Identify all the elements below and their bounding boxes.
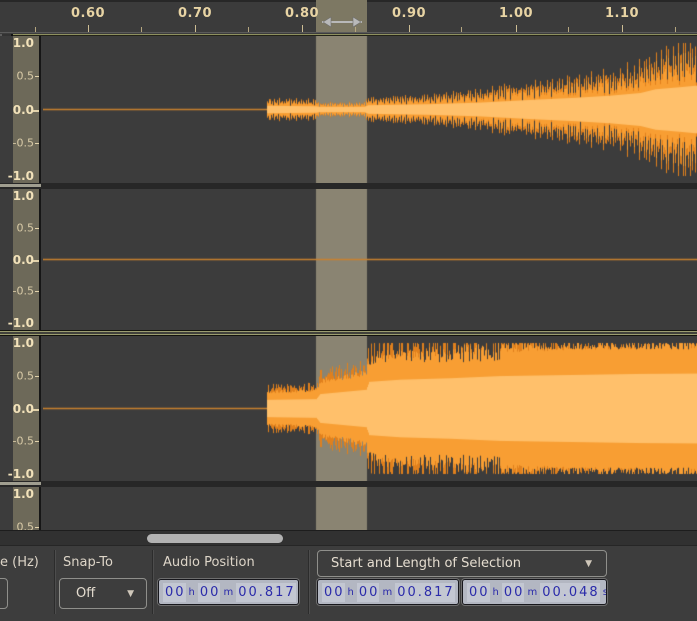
time-unit[interactable]: h <box>346 587 356 598</box>
time-digit-group[interactable]: 00 <box>197 582 221 602</box>
chevron-down-icon: ▼ <box>585 558 592 569</box>
scale-label: -0.5 <box>12 434 34 448</box>
time-digit-group[interactable]: 00.817 <box>236 582 296 602</box>
vertical-scale-ruler[interactable]: 1.0 0.5 0.0 -0.5 -1.0 <box>8 36 41 183</box>
scale-label: 0.0 <box>12 102 34 117</box>
time-unit[interactable]: h <box>491 587 501 598</box>
scale-label: 0.5 <box>16 69 35 83</box>
ruler-tick-label: 0.90 <box>391 6 427 21</box>
selection-extent-arrow-icon[interactable] <box>314 15 370 29</box>
timeline-ruler[interactable]: 0.60 0.70 0.80 0.90 1.00 1.10 <box>0 0 697 33</box>
time-digit-group[interactable]: 00 <box>356 582 380 602</box>
scale-label: 1.0 <box>12 487 34 501</box>
time-unit[interactable]: m <box>380 587 394 598</box>
time-unit[interactable]: s <box>601 587 606 598</box>
toolbar-separator <box>152 550 154 614</box>
scale-label: 0.5 <box>16 520 35 530</box>
selection-start-field[interactable]: 00h00m00.817s▼ <box>317 579 459 605</box>
time-digit-group[interactable]: 00 <box>322 582 345 602</box>
scale-label: -0.5 <box>12 284 34 298</box>
vertical-scale-ruler[interactable]: 1.0 0.5 <box>13 487 41 530</box>
audio-position-field[interactable]: 00h00m00.817s▼ <box>158 579 299 605</box>
scale-label: -1.0 <box>7 467 34 481</box>
channel-divider <box>0 481 697 487</box>
ruler-tick-label: 0.70 <box>177 6 213 21</box>
track1-channel-left-waveform[interactable] <box>43 36 697 183</box>
time-unit[interactable]: s <box>456 587 459 598</box>
ruler-tick-label: 0.60 <box>70 6 106 21</box>
scale-label: 0.0 <box>12 401 34 416</box>
time-unit[interactable]: m <box>221 587 235 598</box>
time-digit-group[interactable]: 00 <box>501 582 525 602</box>
chevron-down-icon: ▼ <box>127 588 134 599</box>
channel-divider <box>0 183 697 189</box>
track1-channel-left[interactable]: 1.0 0.5 0.0 -0.5 -1.0 <box>0 36 697 183</box>
snap-to-label: Snap-To <box>63 555 113 570</box>
scale-label: 1.0 <box>12 336 34 350</box>
time-unit[interactable]: m <box>525 587 539 598</box>
time-digit-group[interactable]: 00 <box>163 582 186 602</box>
track2-channel-right-waveform[interactable] <box>43 487 697 530</box>
vertical-scale-ruler[interactable]: 1.0 0.5 0.0 -0.5 -1.0 <box>8 336 41 481</box>
toolbar-separator <box>308 550 310 614</box>
vertical-scale-ruler[interactable]: 1.0 0.5 0.0 -0.5 -1.0 <box>8 189 41 330</box>
audacity-window: 0.60 0.70 0.80 0.90 1.00 1.10 1.0 0.5 0.0 -0.5 -1… <box>0 0 697 621</box>
audio-position-label: Audio Position <box>163 555 255 570</box>
track2-channel-left-waveform[interactable] <box>43 336 697 481</box>
selection-length-field[interactable]: 00h00m00.048s▼ <box>462 579 607 605</box>
scale-label: -1.0 <box>7 316 34 330</box>
scale-label: 0.5 <box>16 369 35 383</box>
scale-label: -0.5 <box>12 136 34 150</box>
toolbar-separator <box>54 550 56 614</box>
track1-channel-right[interactable]: 1.0 0.5 0.0 -0.5 -1.0 <box>0 189 697 330</box>
ruler-tick-label: 1.00 <box>498 6 534 21</box>
ruler-tick-label: 1.10 <box>604 6 640 21</box>
snap-to-dropdown[interactable]: Off ▼ <box>59 578 147 609</box>
time-unit[interactable]: h <box>187 587 197 598</box>
selection-toolbar: e (Hz) Snap-To Off ▼ Audio Position 00 h 0… <box>0 545 697 621</box>
track1-channel-right-waveform[interactable] <box>43 189 697 330</box>
scale-label: 0.5 <box>16 221 35 235</box>
scale-label: -1.0 <box>7 169 34 183</box>
track2-channel-left[interactable]: 1.0 0.5 0.0 -0.5 -1.0 <box>0 336 697 481</box>
snap-to-value: Off <box>76 586 96 601</box>
horizontal-scrollbar-thumb[interactable] <box>147 534 283 543</box>
track2-channel-right[interactable]: 1.0 0.5 <box>0 487 697 530</box>
project-rate-combobox[interactable] <box>0 578 8 609</box>
track-divider[interactable] <box>0 330 697 336</box>
time-digit-group[interactable]: 00.817 <box>395 582 455 602</box>
time-unit[interactable]: s <box>297 587 298 598</box>
time-digit-group[interactable]: 00.048 <box>540 582 600 602</box>
horizontal-scrollbar[interactable] <box>0 530 697 545</box>
scale-label: 1.0 <box>12 36 34 50</box>
project-rate-label: e (Hz) <box>0 555 39 570</box>
selection-mode-dropdown[interactable]: Start and Length of Selection ▼ <box>317 550 607 577</box>
scale-label: 1.0 <box>12 189 34 203</box>
time-digit-group[interactable]: 00 <box>467 582 490 602</box>
scale-label: 0.0 <box>12 252 34 267</box>
selection-mode-value: Start and Length of Selection <box>331 556 522 571</box>
